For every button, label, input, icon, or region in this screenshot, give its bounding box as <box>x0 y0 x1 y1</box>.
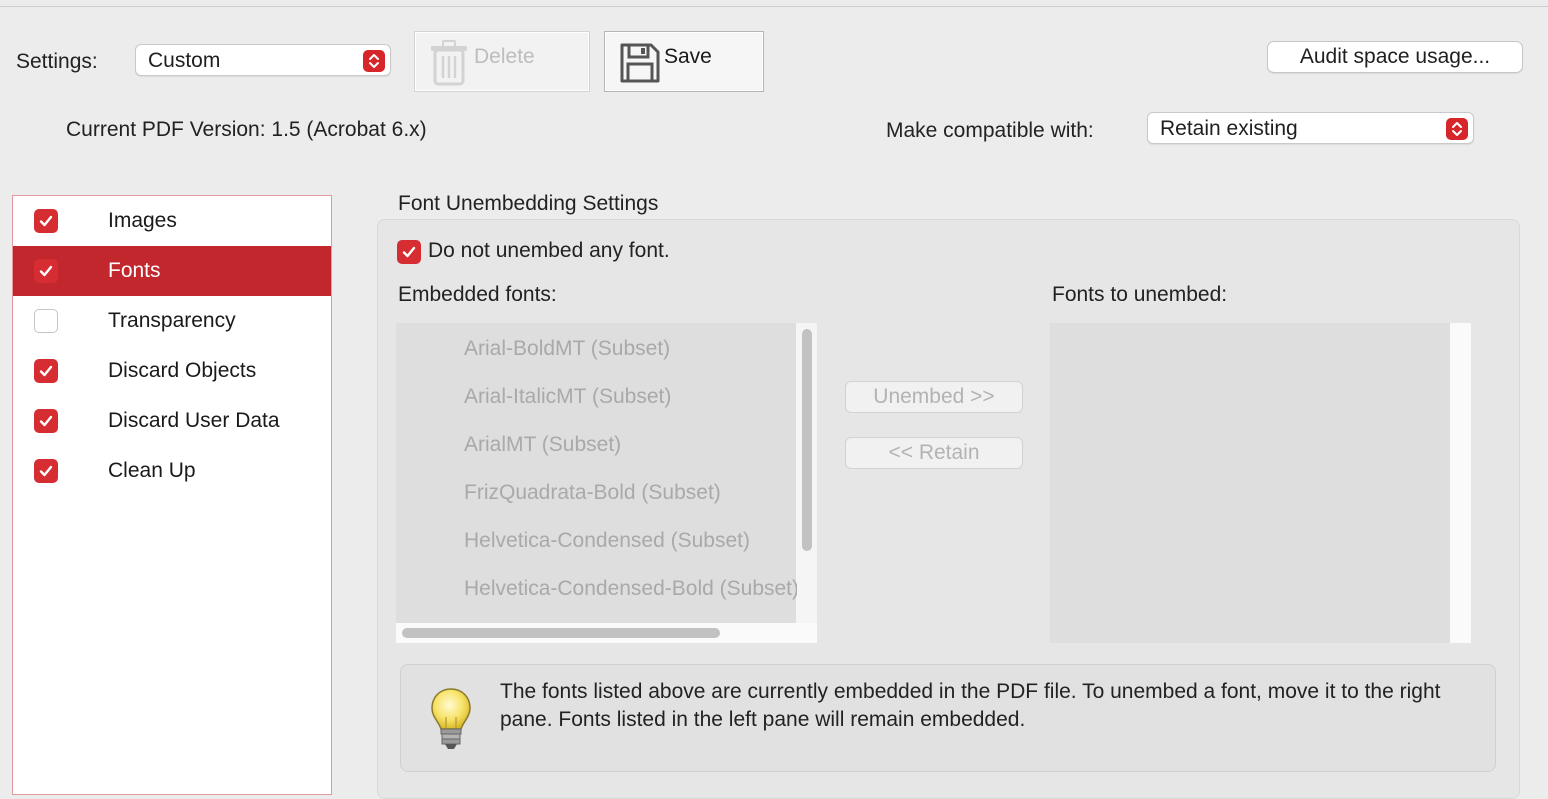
category-sidebar: Images Fonts Transparency Discard Object… <box>12 195 332 795</box>
current-pdf-version: Current PDF Version: 1.5 (Acrobat 6.x) <box>66 118 427 141</box>
embedded-fonts-label: Embedded fonts: <box>398 283 557 306</box>
images-checkbox[interactable] <box>34 209 58 233</box>
sidebar-item-label: Discard Objects <box>108 359 257 382</box>
save-button-label: Save <box>664 45 712 68</box>
top-divider <box>0 6 1548 7</box>
delete-button-label: Delete <box>474 45 535 68</box>
select-stepper-icon <box>1446 118 1468 140</box>
settings-select[interactable]: Custom <box>135 44 391 76</box>
make-compatible-label: Make compatible with: <box>886 119 1094 142</box>
sidebar-item-clean-up[interactable]: Clean Up <box>13 446 331 496</box>
sidebar-item-fonts[interactable]: Fonts <box>13 246 331 296</box>
list-item[interactable]: Helvetica-Condensed (Subset) <box>464 529 750 553</box>
lightbulb-icon <box>429 687 473 756</box>
fonts-to-unembed-label: Fonts to unembed: <box>1052 283 1228 306</box>
settings-label: Settings: <box>16 50 98 73</box>
sidebar-item-transparency[interactable]: Transparency <box>13 296 331 346</box>
list-item[interactable]: Helvetica-Condensed-Bold (Subset) <box>464 577 797 601</box>
unembed-button[interactable]: Unembed >> <box>845 381 1023 413</box>
sidebar-item-label: Images <box>108 209 177 232</box>
transparency-checkbox[interactable] <box>34 309 58 333</box>
horizontal-scrollbar[interactable] <box>402 628 720 638</box>
info-box: The fonts listed above are currently emb… <box>400 664 1496 772</box>
do-not-unembed-label: Do not unembed any font. <box>428 239 670 262</box>
fonts-checkbox[interactable] <box>34 259 58 283</box>
audit-space-usage-button[interactable]: Audit space usage... <box>1267 41 1523 73</box>
trash-icon <box>429 40 469 91</box>
retain-button[interactable]: << Retain <box>845 437 1023 469</box>
list-item[interactable]: Arial-ItalicMT (Subset) <box>464 385 671 409</box>
sidebar-item-discard-objects[interactable]: Discard Objects <box>13 346 331 396</box>
sidebar-item-images[interactable]: Images <box>13 196 331 246</box>
list-item[interactable]: Arial-BoldMT (Subset) <box>464 337 670 361</box>
floppy-disk-icon <box>619 42 661 89</box>
discard-objects-checkbox[interactable] <box>34 359 58 383</box>
sidebar-item-label: Discard User Data <box>108 409 280 432</box>
embedded-fonts-list[interactable]: Arial-BoldMT (Subset) Arial-ItalicMT (Su… <box>396 323 817 643</box>
save-button[interactable]: Save <box>604 31 764 92</box>
select-stepper-icon <box>363 50 385 72</box>
sidebar-item-label: Clean Up <box>108 459 196 482</box>
list-item[interactable]: FrizQuadrata-Bold (Subset) <box>464 481 721 505</box>
sidebar-item-discard-user-data[interactable]: Discard User Data <box>13 396 331 446</box>
do-not-unembed-checkbox[interactable] <box>397 240 421 264</box>
make-compatible-select[interactable]: Retain existing <box>1147 112 1474 144</box>
info-text: The fonts listed above are currently emb… <box>500 680 1441 731</box>
font-unembedding-title: Font Unembedding Settings <box>398 192 659 215</box>
fonts-to-unembed-list[interactable] <box>1050 323 1471 643</box>
list-viewport <box>1050 323 1450 643</box>
settings-select-value: Custom <box>148 49 221 72</box>
discard-user-data-checkbox[interactable] <box>34 409 58 433</box>
list-item[interactable]: ArialMT (Subset) <box>464 433 621 457</box>
delete-button[interactable]: Delete <box>414 31 590 92</box>
clean-up-checkbox[interactable] <box>34 459 58 483</box>
sidebar-item-label: Transparency <box>108 309 236 332</box>
make-compatible-value: Retain existing <box>1160 117 1298 140</box>
vertical-scrollbar[interactable] <box>802 329 812 551</box>
sidebar-item-label: Fonts <box>108 259 161 282</box>
